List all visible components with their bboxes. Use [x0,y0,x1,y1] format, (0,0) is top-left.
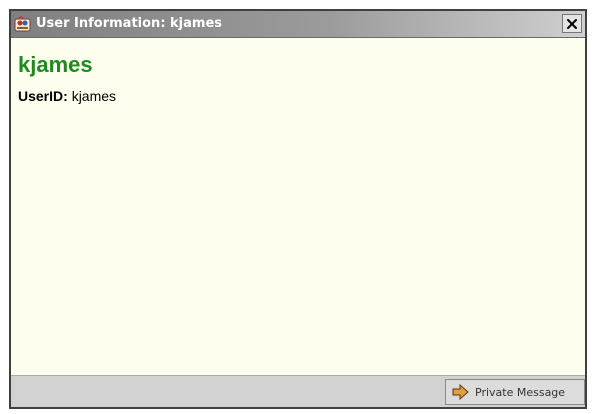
window-title: User Information: kjames [36,16,223,31]
userid-label: UserID: [18,88,68,104]
close-icon [566,14,578,33]
private-message-button[interactable]: Private Message [445,379,585,405]
footer-bar: Private Message [11,375,585,407]
arrow-right-icon [452,383,470,401]
title-bar[interactable]: User Information: kjames [11,11,585,38]
userid-row: UserID: kjames [18,88,116,104]
close-button[interactable] [562,14,582,33]
private-message-label: Private Message [475,385,566,399]
user-info-window: User Information: kjames kjames UserID: … [9,9,587,409]
app-logo-icon [14,15,31,33]
userid-value: kjames [71,88,117,104]
user-display-name: kjames [18,52,93,77]
